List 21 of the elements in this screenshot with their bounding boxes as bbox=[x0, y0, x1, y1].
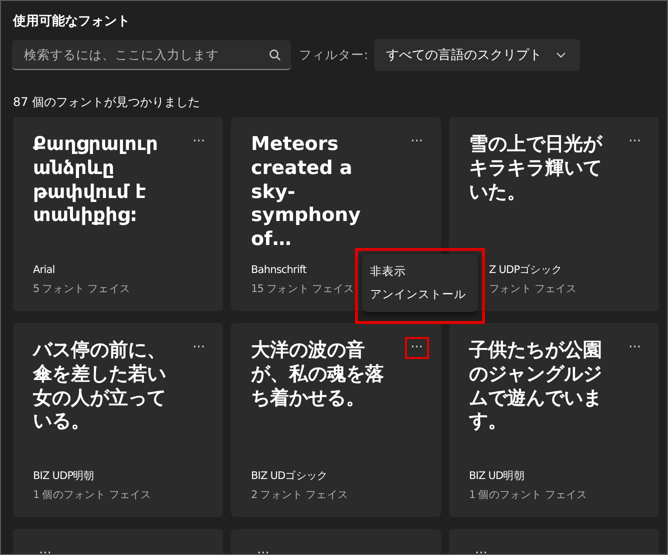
font-sample: バス停の前に、傘を差した若い女の人が立っている。 bbox=[33, 338, 167, 434]
font-face-count: 5 フォント フェイス bbox=[33, 282, 130, 297]
font-sample: Քաղցրալուր անձրևը թափվում է տանիքից: bbox=[33, 132, 159, 228]
font-face-count: 1 個のフォント フェイス bbox=[469, 488, 588, 503]
font-sample: 雪の上で日光がキラキラ輝いていた。 bbox=[469, 132, 604, 204]
filter-label: フィルター: bbox=[299, 46, 368, 64]
font-name: BIZ UDP明朝 bbox=[33, 469, 94, 484]
font-face-count: 2 フォント フェイス bbox=[251, 488, 348, 503]
font-name: BIZ UDゴシック bbox=[251, 469, 328, 484]
font-sample: 子供たちが公園のジャングルジムで遊んでいます。 bbox=[469, 338, 603, 434]
font-name: BIZ UD明朝 bbox=[469, 469, 524, 484]
font-sample: 大洋の波の音が、私の魂を落ち着かせる。 bbox=[251, 338, 385, 410]
result-count: 87 個のフォントが見つかりました bbox=[12, 94, 202, 111]
font-name: Arial bbox=[33, 263, 55, 278]
font-sample: Meteors created a sky-symphony of… bbox=[251, 132, 362, 252]
font-name: Bahnschrift bbox=[251, 263, 306, 278]
font-name: Z UDPゴシック bbox=[489, 263, 562, 278]
page-title: 使用可能なフォント bbox=[12, 13, 131, 30]
font-face-count: 15 フォント フェイス bbox=[251, 282, 354, 297]
font-face-count: フォント フェイス bbox=[489, 282, 577, 297]
font-face-count: 1 個のフォント フェイス bbox=[33, 488, 152, 503]
